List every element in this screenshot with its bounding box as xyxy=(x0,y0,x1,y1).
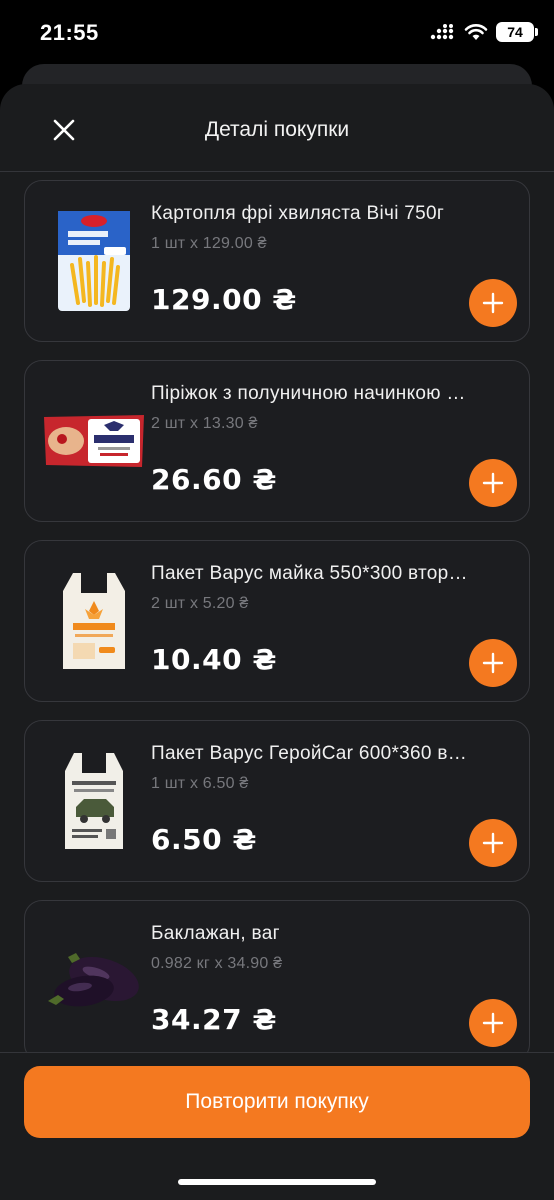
plus-icon xyxy=(482,472,504,494)
product-name: Піріжок з полуничною начинкою … xyxy=(151,383,466,404)
product-quantity: 2 шт x 5.20 ₴ xyxy=(151,595,249,612)
page-title: Деталі покупки xyxy=(204,118,350,141)
header-divider xyxy=(0,171,554,172)
repeat-purchase-button[interactable]: Повторити покупку xyxy=(24,1066,530,1138)
purchase-items-list[interactable]: Картопля фрі хвиляста Вічі 750г 1 шт x 1… xyxy=(0,180,554,1052)
product-image-herocar-bag xyxy=(39,745,149,857)
product-image-pie xyxy=(39,385,149,497)
signal-icon xyxy=(430,24,454,40)
product-total-price: 26.60 ₴ xyxy=(151,463,277,496)
plus-icon xyxy=(482,652,504,674)
home-indicator xyxy=(178,1179,376,1185)
wifi-icon xyxy=(464,24,488,40)
product-total-price: 6.50 ₴ xyxy=(151,823,257,856)
add-to-cart-button[interactable] xyxy=(469,279,517,327)
product-total-price: 129.00 ₴ xyxy=(151,283,297,316)
add-to-cart-button[interactable] xyxy=(469,819,517,867)
add-to-cart-button[interactable] xyxy=(469,999,517,1047)
status-time: 21:55 xyxy=(40,20,99,45)
battery-indicator: 74 xyxy=(496,22,538,42)
product-name: Пакет Варус майка 550*300 втор… xyxy=(151,563,468,584)
plus-icon xyxy=(482,1012,504,1034)
product-quantity: 1 шт x 6.50 ₴ xyxy=(151,775,249,792)
product-name: Баклажан, ваг xyxy=(151,923,280,944)
purchase-details-sheet: Деталі покупки Картопля фрі хвиляста Віч… xyxy=(0,84,554,1200)
footer-divider xyxy=(0,1052,554,1053)
product-total-price: 34.27 ₴ xyxy=(151,1003,277,1036)
list-item[interactable]: Баклажан, ваг 0.982 кг x 34.90 ₴ 34.27 ₴ xyxy=(24,900,530,1052)
list-item[interactable]: Пакет Варус майка 550*300 втор… 2 шт x 5… xyxy=(24,540,530,702)
plus-icon xyxy=(482,292,504,314)
status-icons: 74 xyxy=(430,22,538,42)
product-quantity: 1 шт x 129.00 ₴ xyxy=(151,235,267,252)
product-image-varus-bag xyxy=(39,565,149,677)
sheet-header: Деталі покупки xyxy=(0,84,554,172)
product-image-fries xyxy=(39,205,149,317)
product-quantity: 0.982 кг x 34.90 ₴ xyxy=(151,955,283,972)
product-name: Пакет Варус ГеройCar 600*360 в… xyxy=(151,743,468,764)
list-item[interactable]: Піріжок з полуничною начинкою … 2 шт x 1… xyxy=(24,360,530,522)
battery-level: 74 xyxy=(507,24,523,40)
list-item[interactable]: Пакет Варус ГеройCar 600*360 в… 1 шт x 6… xyxy=(24,720,530,882)
status-bar: 21:55 74 xyxy=(0,0,554,66)
list-item[interactable]: Картопля фрі хвиляста Вічі 750г 1 шт x 1… xyxy=(24,180,530,342)
product-name: Картопля фрі хвиляста Вічі 750г xyxy=(151,203,445,224)
product-quantity: 2 шт x 13.30 ₴ xyxy=(151,415,258,432)
add-to-cart-button[interactable] xyxy=(469,639,517,687)
product-total-price: 10.40 ₴ xyxy=(151,643,277,676)
plus-icon xyxy=(482,832,504,854)
product-image-eggplant xyxy=(39,925,149,1037)
add-to-cart-button[interactable] xyxy=(469,459,517,507)
